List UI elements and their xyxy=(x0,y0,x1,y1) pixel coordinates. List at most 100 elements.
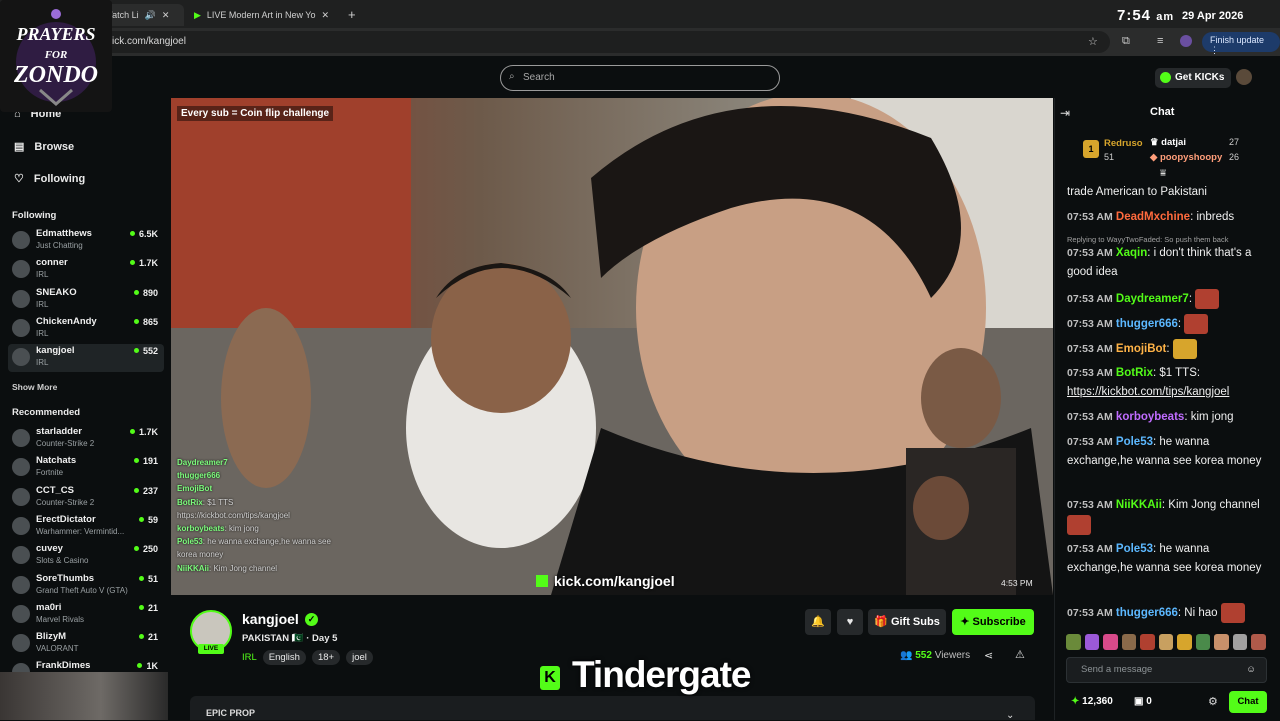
tab-close-icon[interactable]: ✕ xyxy=(321,10,329,21)
tag-chip[interactable]: 18+ xyxy=(311,650,341,665)
chat-link[interactable]: https://kickbot.com/tips/kangjoel xyxy=(1067,386,1229,398)
chat-username[interactable]: Daydreamer7 xyxy=(1116,293,1189,305)
tab-close-icon[interactable]: ✕ xyxy=(162,10,170,21)
chat-username[interactable]: Pole53 xyxy=(1116,436,1153,448)
browser-tab-youtube[interactable]: ▶ LIVE Modern Art in New Yo ✕ xyxy=(186,4,342,26)
gift-subs-button[interactable]: 🎁 Gift Subs xyxy=(868,609,946,635)
chat-message-input[interactable]: Send a message ☺ xyxy=(1066,657,1267,683)
emote-icon[interactable] xyxy=(1084,634,1100,650)
channel-avatar xyxy=(12,429,30,447)
overlay-chat-line: https://kickbot.com/tips/kangjoel xyxy=(177,511,290,520)
clock-time: 7:54 xyxy=(1117,7,1152,24)
leader-name[interactable]: ◆ poopyshoopy xyxy=(1150,152,1222,163)
profile-avatar[interactable] xyxy=(1180,35,1192,47)
video-frame xyxy=(171,98,1053,595)
new-tab-icon[interactable]: + xyxy=(348,7,356,22)
chevron-down-icon[interactable]: ⌄ xyxy=(1006,710,1014,721)
chat-username[interactable]: EmojiBot xyxy=(1116,343,1166,355)
gift-counter[interactable]: ▣ 0 xyxy=(1134,696,1152,707)
report-icon[interactable]: ⚠ xyxy=(1015,648,1025,661)
search-input[interactable]: ⌕ Search xyxy=(500,65,780,91)
overlay-chat-line: thugger666 xyxy=(177,471,220,480)
collapse-chat-icon[interactable]: ⇥ xyxy=(1060,106,1070,120)
leaderboard-rank-badge: 1 xyxy=(1083,140,1099,158)
sidebar-channel-item[interactable]: conner IRL 1.7K xyxy=(8,256,164,284)
follow-heart-button[interactable]: ♥ xyxy=(837,609,863,635)
sidebar-channel-item[interactable]: SNEAKO IRL 890 xyxy=(8,286,164,314)
sidebar-channel-item[interactable]: CCT_CS Counter-Strike 2 237 xyxy=(8,484,164,512)
sidebar-channel-item[interactable]: Natchats Fortnite 191 xyxy=(8,454,164,482)
sidebar-channel-item[interactable]: SoreThumbs Grand Theft Auto V (GTA) 51 xyxy=(8,572,164,600)
sidebar-channel-item[interactable]: kangjoel IRL 552 xyxy=(8,344,164,373)
sidebar-channel-item[interactable]: BlizyM VALORANT 21 xyxy=(8,630,164,658)
nav-following[interactable]: ♡ Following xyxy=(14,172,85,186)
category-link[interactable]: IRL xyxy=(242,650,257,665)
reading-list-icon[interactable]: ≡ xyxy=(1157,35,1163,47)
chat-input-placeholder: Send a message xyxy=(1081,664,1153,675)
channel-category: VALORANT xyxy=(36,644,79,654)
sidebar-channel-item[interactable]: starladder Counter-Strike 2 1.7K xyxy=(8,425,164,453)
stream-tags: IRL English 18+ joel xyxy=(242,650,373,665)
emoji-picker-icon[interactable]: ☺ xyxy=(1246,664,1256,675)
overlay-chat-line: EmojiBot xyxy=(177,484,212,493)
viewer-count: 6.5K xyxy=(130,229,158,239)
emote-icon[interactable] xyxy=(1214,634,1229,650)
emote-icon[interactable] xyxy=(1121,634,1137,650)
channel-points[interactable]: ✦ 12,360 xyxy=(1071,696,1113,707)
tag-chip[interactable]: joel xyxy=(346,650,373,665)
sidebar-channel-item[interactable]: cuvey Slots & Casino 250 xyxy=(8,542,164,570)
sidebar-channel-item[interactable]: ErectDictator Warhammer: Vermintid... 59 xyxy=(8,513,164,541)
chat-text: : $1 TTS: xyxy=(1152,367,1201,379)
channel-avatar xyxy=(12,575,30,594)
chat-username[interactable]: BotRix xyxy=(1116,367,1153,379)
emote-icon[interactable] xyxy=(1232,634,1248,650)
chat-settings-gear-icon[interactable]: ⚙ xyxy=(1208,695,1218,708)
chat-username[interactable]: NiiKKAii xyxy=(1116,499,1162,511)
nav-browse[interactable]: ▤ Browse xyxy=(14,140,75,154)
chat-username[interactable]: Xaqin xyxy=(1116,247,1147,259)
share-icon[interactable]: ⋖ xyxy=(984,649,993,662)
kicks-coin-icon xyxy=(1160,72,1171,83)
emote-icon[interactable] xyxy=(1177,634,1192,650)
channel-avatar xyxy=(12,318,30,337)
emote-icon[interactable] xyxy=(1066,634,1081,650)
extensions-icon[interactable]: ⧉ xyxy=(1122,35,1130,48)
chat-timestamp: 07:53 AM xyxy=(1067,343,1113,356)
nav-browse-label: Browse xyxy=(34,140,75,153)
sidebar-channel-item[interactable]: Edmatthews Just Chatting 6.5K xyxy=(8,227,164,255)
emote-icon[interactable] xyxy=(1103,634,1118,650)
following-heading: Following xyxy=(12,210,57,221)
chat-username[interactable]: korboybeats xyxy=(1116,411,1184,423)
browser-tab-bar: Watch Li 🔊 ✕ ▶ LIVE Modern Art in New Yo… xyxy=(0,0,1280,28)
send-chat-button[interactable]: Chat xyxy=(1229,691,1267,713)
overlay-chat-text: : kim jong xyxy=(224,524,259,533)
channel-avatar xyxy=(12,348,30,367)
notification-bell-button[interactable]: 🔔 xyxy=(805,609,831,635)
streamer-name[interactable]: kangjoel xyxy=(242,611,299,627)
show-more-link[interactable]: Show More xyxy=(12,382,57,392)
leader-name[interactable]: Redruso xyxy=(1104,138,1143,149)
chat-username[interactable]: thugger666 xyxy=(1116,318,1178,330)
sidebar-channel-item[interactable]: ChickenAndy IRL 865 xyxy=(8,315,164,343)
emote-icon[interactable] xyxy=(1140,634,1155,650)
address-field[interactable]: ick.com/kangjoel xyxy=(100,31,1110,53)
emote-icon[interactable] xyxy=(1158,634,1174,650)
chat-username[interactable]: thugger666 xyxy=(1116,607,1178,619)
chat-username[interactable]: DeadMxchine xyxy=(1116,211,1190,223)
video-player[interactable]: Every sub = Coin flip challenge Daydream… xyxy=(171,98,1053,595)
finish-update-button[interactable]: Finish update ⋮ xyxy=(1202,32,1280,55)
get-kicks-button[interactable]: Get KICKs xyxy=(1155,68,1232,88)
chat-username[interactable]: Pole53 xyxy=(1116,543,1153,555)
emote-icon[interactable] xyxy=(1195,634,1211,650)
emote-icon[interactable] xyxy=(1251,634,1267,650)
channel-category: Warhammer: Vermintid... xyxy=(36,526,125,536)
leader-name[interactable]: ♛ datjai xyxy=(1150,137,1186,148)
sidebar-channel-item[interactable]: ma0ri Marvel Rivals 21 xyxy=(8,601,164,629)
tag-chip[interactable]: English xyxy=(262,650,306,665)
subscribe-button[interactable]: ✦ Subscribe xyxy=(952,609,1034,635)
bookmark-star-icon[interactable]: ☆ xyxy=(1088,35,1098,48)
user-avatar[interactable] xyxy=(1236,69,1252,85)
chat-timestamp: 07:53 AM xyxy=(1067,318,1113,331)
stream-overlay-caption: Every sub = Coin flip challenge xyxy=(177,106,334,121)
pinned-expand-icon[interactable]: ⩸ xyxy=(1160,168,1166,179)
